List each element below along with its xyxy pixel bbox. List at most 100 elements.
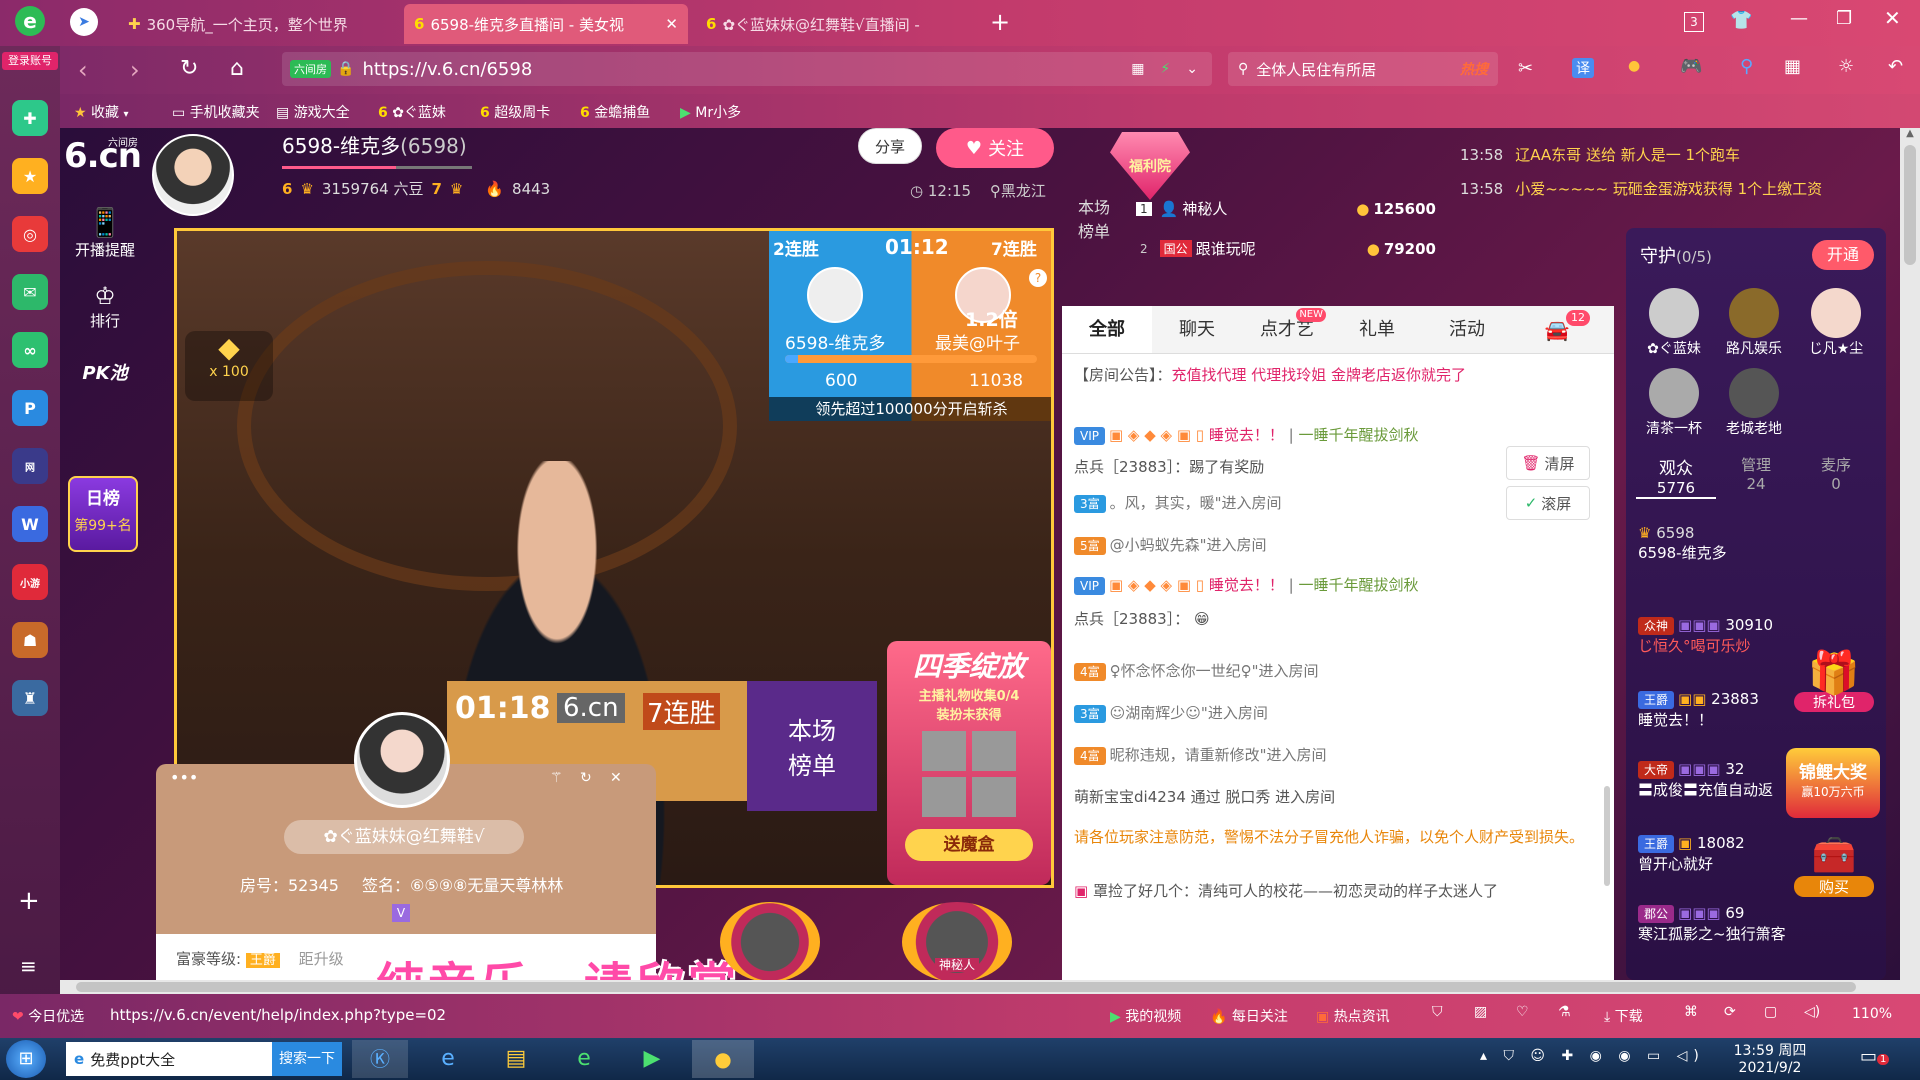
bottom-avatar[interactable] (720, 902, 820, 980)
shield-icon[interactable]: ⛉ (1432, 1004, 1443, 1020)
tab-counter[interactable]: 3 (1684, 12, 1704, 32)
vertical-scrollbar[interactable]: ▲ (1900, 128, 1920, 994)
nav-pk[interactable]: PK池 (70, 359, 140, 385)
bookmark-lanmei[interactable]: 6 ✿ぐ蓝妹 (378, 102, 446, 122)
lightning-icon[interactable]: ⚡ (1160, 61, 1170, 77)
taskbar-app-player[interactable]: ▶ (624, 1040, 680, 1078)
close-icon[interactable]: ✕ (665, 15, 678, 33)
heart-outline-icon[interactable]: ♡ (1516, 1004, 1529, 1020)
guard-member[interactable]: 路凡娱乐 (1716, 288, 1792, 358)
search-box[interactable]: ⚲ 全体人民住有所居 热搜 (1228, 52, 1498, 86)
restore-icon[interactable]: ❐ (1836, 8, 1852, 29)
viewer-row[interactable]: 郡公 ▣▣▣ 69 寒江孤影之~独行箫客 (1638, 904, 1878, 944)
nav-arrow-icon[interactable]: ➤ (70, 8, 98, 36)
shirt-icon[interactable]: 👕 (1730, 10, 1752, 31)
chat-tab-chat[interactable]: 聊天 (1152, 306, 1242, 353)
scroll-thumb[interactable] (1904, 145, 1916, 265)
p-app-icon[interactable]: P (12, 390, 48, 426)
list-icon[interactable]: ≡ (20, 954, 37, 978)
news-app-icon[interactable]: 网 (12, 448, 48, 484)
url-box[interactable]: 六间房 🔒 https://v.6.cn/6598 ▦ ⚡ ⌄ (282, 52, 1212, 86)
tab-admins[interactable]: 管理 24 (1716, 454, 1796, 499)
home-icon[interactable]: ⌂ (230, 56, 244, 81)
chat-tab-car[interactable]: 🚘 12 (1512, 306, 1602, 353)
weibo-icon[interactable]: ◎ (12, 216, 48, 252)
guard-member[interactable]: ✿ぐ蓝妹 (1636, 288, 1712, 358)
plus-app-icon[interactable]: ✚ (12, 100, 48, 136)
forward-icon[interactable]: › (130, 56, 140, 84)
volume-icon[interactable]: ◁) (1804, 1004, 1820, 1020)
rpg-app-icon[interactable]: ☗ (12, 622, 48, 658)
game-icon[interactable]: ⌘ (1684, 1004, 1698, 1020)
game-app-icon[interactable]: 小游 (12, 564, 48, 600)
notification-icon[interactable]: ▭ 1 (1860, 1046, 1890, 1067)
undo-icon[interactable]: ↶ (1888, 56, 1903, 77)
close-icon[interactable]: ✕ (610, 770, 622, 786)
back-icon[interactable]: ‹ (78, 56, 88, 84)
grid-icon[interactable]: ▦ (1131, 61, 1144, 77)
chat-name[interactable]: 睡觉去！！ (1209, 426, 1284, 444)
bookmark-mobile[interactable]: ▭ 手机收藏夹 (172, 102, 260, 122)
link-app-icon[interactable]: ∞ (12, 332, 48, 368)
clock[interactable]: 13:59 周四 2021/9/2 (1720, 1040, 1820, 1076)
close-window-icon[interactable]: ✕ (1884, 6, 1901, 30)
star-app-icon[interactable]: ★ (12, 158, 48, 194)
bookmark-mrxiaoduo[interactable]: ▶ Mr小多 (680, 102, 741, 122)
mail-icon[interactable]: ✉ (12, 274, 48, 310)
profile-avatar[interactable] (354, 712, 450, 808)
pk-left-avatar[interactable] (807, 267, 863, 323)
site-logo[interactable]: 6.cn 六间房 (64, 136, 144, 180)
apps-icon[interactable]: ▦ (1784, 56, 1801, 77)
zoom-level[interactable]: 110% (1852, 1006, 1892, 1022)
profile-label[interactable]: 登录账号 (2, 52, 58, 70)
guard-member[interactable]: 清茶一杯 (1636, 368, 1712, 438)
daily-follow[interactable]: 🔥 每日关注 (1210, 1006, 1288, 1026)
minimize-icon[interactable]: — (1790, 8, 1808, 29)
refresh-icon[interactable]: ↻ (580, 770, 592, 786)
translate-icon[interactable]: 译 (1572, 58, 1594, 78)
send-box-button[interactable]: 送魔盒 (905, 829, 1033, 861)
start-button[interactable]: ⊞ (6, 1040, 46, 1078)
taskbar-search[interactable]: e 免费ppt大全 (66, 1042, 272, 1076)
chat-name[interactable]: 睡觉去！！ (1209, 576, 1284, 594)
hot-news[interactable]: ▣ 热点资讯 (1316, 1006, 1390, 1026)
coin-icon[interactable]: ● (1628, 58, 1640, 74)
season-event[interactable]: 四季绽放 主播礼物收集0/4 装扮未获得 送魔盒 (887, 641, 1051, 885)
image-icon[interactable]: ▨ (1474, 1004, 1487, 1020)
tray-icons[interactable]: ▴ ⛉ ☺ ✚ ◉ ◉ ▭ ◁) (1480, 1048, 1705, 1064)
anchor-avatar[interactable] (152, 134, 234, 216)
chat-tab-all[interactable]: 全部 (1062, 306, 1152, 353)
horizontal-scrollbar[interactable] (60, 980, 1900, 994)
scroll-up-icon[interactable]: ▲ (1900, 128, 1920, 139)
tab-viewers[interactable]: 观众 5776 (1636, 454, 1716, 499)
day-rank-badge[interactable]: 日榜 第99+名 (68, 476, 138, 552)
scroll-thumb[interactable] (76, 982, 1856, 992)
nav-remind[interactable]: 开播提醒 (70, 239, 140, 260)
tab-360[interactable]: ✚ 360导航_一个主页，整个世界 (118, 4, 398, 44)
share-icon[interactable]: ⚗ (1558, 1004, 1571, 1020)
rank-row[interactable]: 1 👤 神秘人 ● 125600 (1136, 198, 1436, 219)
chat-tab-talent[interactable]: 点才艺 NEW (1242, 306, 1332, 353)
rank-board-title[interactable]: 本场榜单 (1078, 194, 1118, 242)
tab-mic[interactable]: 麦序 0 (1796, 454, 1876, 499)
bookmark-games[interactable]: ▤ 游戏大全 (276, 102, 350, 122)
doc-app-icon[interactable]: W (12, 506, 48, 542)
castle-app-icon[interactable]: ♜ (12, 680, 48, 716)
taskbar-app-folder[interactable]: ▤ (488, 1040, 544, 1078)
bookmark-fish[interactable]: 6 金蟾捕鱼 (580, 102, 650, 122)
scissors-icon[interactable]: ✂ (1518, 58, 1533, 79)
guard-member[interactable]: じ凡★尘 (1796, 288, 1876, 358)
share-button[interactable]: 分享 (858, 128, 922, 164)
add-app-icon[interactable]: + (18, 886, 40, 916)
nav-rank[interactable]: 排行 (70, 310, 140, 331)
taskbar-search-button[interactable]: 搜索一下 (272, 1042, 342, 1076)
reload-icon[interactable]: ↻ (180, 56, 198, 81)
taskbar-app-chick[interactable]: ● (692, 1040, 754, 1078)
new-tab-button[interactable]: + (990, 8, 1010, 36)
guard-member[interactable]: 老城老地 (1716, 368, 1792, 438)
bottom-avatar-mystery[interactable]: 神秘人 (902, 902, 1012, 980)
bookmark-weekcard[interactable]: 6 超级周卡 (480, 102, 550, 122)
download[interactable]: ⤓ 下载 (1604, 1006, 1643, 1026)
taskbar-app-ie[interactable]: e (420, 1040, 476, 1078)
bookmark-favorites[interactable]: ★ 收藏 ▾ (74, 102, 129, 122)
